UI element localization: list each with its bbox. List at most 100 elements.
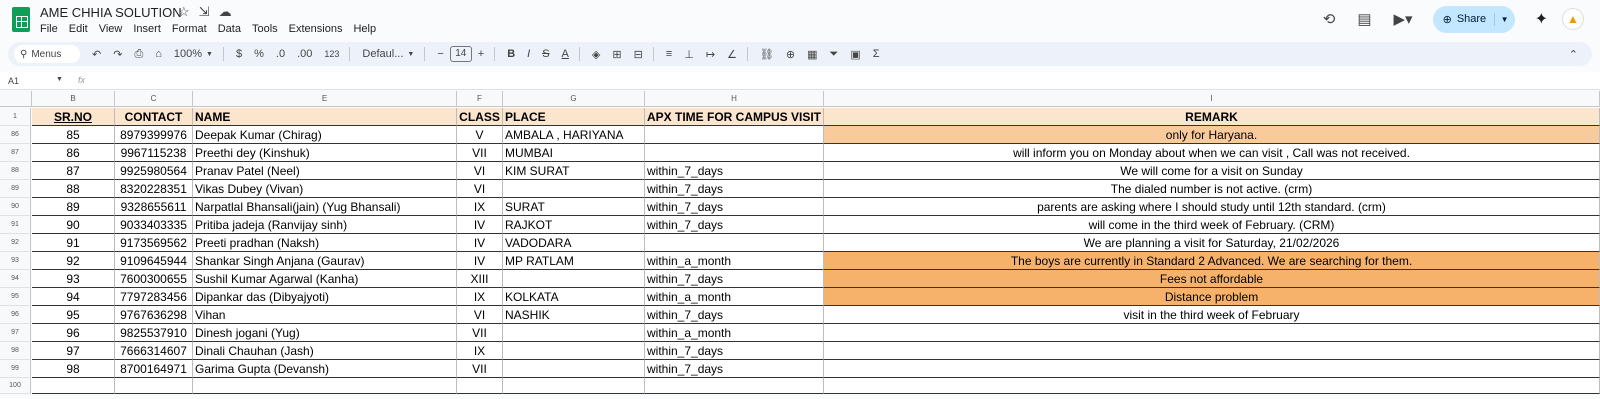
cell-time[interactable]: within_7_days [645,270,824,288]
font-size-input[interactable]: 14 [449,46,472,62]
row-number[interactable]: 93 [0,252,31,270]
cell-name[interactable]: Dipankar das (Dibyajyoti) [193,288,457,306]
star-icon[interactable]: ☆ [178,4,190,20]
cell-class[interactable]: IV [457,216,503,234]
cell-sr[interactable]: 87 [32,162,115,180]
chevron-down-icon[interactable]: ▼ [407,51,414,58]
column-header-i[interactable]: I [824,91,1600,107]
text-color-icon[interactable]: A [562,48,569,60]
menu-item-format[interactable]: Format [172,23,207,35]
cell-contact[interactable]: 8320228351 [115,180,193,198]
name-box[interactable]: A1 [8,76,19,86]
cell-name[interactable]: Narpatlal Bhansali(jain) (Yug Bhansali) [193,198,457,216]
row-number[interactable]: 94 [0,270,31,288]
cell-name[interactable]: Pritiba jadeja (Ranvijay sinh) [193,216,457,234]
cell-place[interactable] [503,360,645,378]
currency-button[interactable]: $ [236,48,242,60]
cell-place[interactable]: RAJKOT [503,216,645,234]
cell-name[interactable]: Dinali Chauhan (Jash) [193,342,457,360]
row-number[interactable]: 90 [0,198,31,216]
menu-item-insert[interactable]: Insert [133,23,161,35]
cell-empty[interactable] [32,378,115,394]
share-dropdown-icon[interactable]: ▼ [1495,15,1509,24]
cell-name[interactable]: Pranav Patel (Neel) [193,162,457,180]
cell-time[interactable] [645,234,824,252]
cell-class[interactable]: XIII [457,270,503,288]
cell-class[interactable]: VI [457,162,503,180]
avatar[interactable]: ▲ [1562,8,1584,30]
select-all-corner[interactable] [0,91,32,107]
cell-empty[interactable] [115,378,193,394]
cell-contact[interactable]: 9925980564 [115,162,193,180]
header-cell-place[interactable]: PLACE [503,108,645,126]
cell-class[interactable]: VII [457,144,503,162]
cell-place[interactable] [503,180,645,198]
cell-sr[interactable]: 86 [32,144,115,162]
meet-icon[interactable]: ▶▾ [1394,10,1413,28]
cell-time[interactable]: within_a_month [645,324,824,342]
version-history-icon[interactable]: ⟲ [1323,10,1336,28]
cell-sr[interactable]: 88 [32,180,115,198]
cell-time[interactable]: within_7_days [645,360,824,378]
cell-class[interactable]: V [457,126,503,144]
cell-name[interactable]: Preeti pradhan (Naksh) [193,234,457,252]
cell-time[interactable] [645,126,824,144]
text-wrap-icon[interactable]: ↦ [706,48,715,61]
row-number[interactable]: 99 [0,360,31,378]
cell-place[interactable]: VADODARA [503,234,645,252]
menu-item-view[interactable]: View [99,23,123,35]
cell-place[interactable] [503,270,645,288]
cell-name[interactable]: Garima Gupta (Devansh) [193,360,457,378]
cell-sr[interactable]: 90 [32,216,115,234]
menu-item-help[interactable]: Help [353,23,376,35]
text-rotation-icon[interactable]: ∠ [727,48,737,61]
cell-contact[interactable]: 9109645944 [115,252,193,270]
move-folder-icon[interactable]: ⇲ [199,4,210,20]
cell-place[interactable]: AMBALA , HARIYANA [503,126,645,144]
cell-sr[interactable]: 85 [32,126,115,144]
insert-chart-icon[interactable]: ▦ [807,48,817,61]
cell-contact[interactable]: 7600300655 [115,270,193,288]
comments-icon[interactable]: ▤ [1357,10,1371,28]
collapse-toolbar-icon[interactable]: ⌃ [1569,48,1578,61]
cell-remark[interactable]: We are planning a visit for Saturday, 21… [824,234,1600,252]
undo-icon[interactable]: ↶ [92,48,101,61]
cell-contact[interactable]: 8979399976 [115,126,193,144]
row-number[interactable]: 1 [0,108,31,126]
sheets-logo-icon[interactable] [12,7,30,32]
cell-class[interactable]: IV [457,234,503,252]
cell-remark[interactable] [824,324,1600,342]
cell-contact[interactable]: 9033403335 [115,216,193,234]
horizontal-align-icon[interactable]: ≡ [666,48,672,60]
cell-time[interactable]: within_7_days [645,342,824,360]
row-number[interactable]: 100 [0,378,31,394]
cell-remark[interactable]: The boys are currently in Standard 2 Adv… [824,252,1600,270]
cell-class[interactable]: IX [457,342,503,360]
cell-time[interactable]: within_7_days [645,198,824,216]
cell-name[interactable]: Deepak Kumar (Chirag) [193,126,457,144]
cell-class[interactable]: IX [457,198,503,216]
filter-icon[interactable]: ⏷ [830,48,839,61]
cell-class[interactable]: IX [457,288,503,306]
fill-color-icon[interactable]: ◈ [592,48,600,61]
cell-sr[interactable]: 96 [32,324,115,342]
header-cell-srno[interactable]: SR.NO [32,108,115,126]
cell-class[interactable]: VII [457,360,503,378]
cloud-status-icon[interactable]: ☁ [219,4,232,20]
row-number[interactable]: 91 [0,216,31,234]
header-cell-contact[interactable]: CONTACT [115,108,193,126]
merge-cells-icon[interactable]: ⊟ [634,48,643,61]
cell-empty[interactable] [457,378,503,394]
cell-contact[interactable]: 7666314607 [115,342,193,360]
row-number[interactable]: 96 [0,306,31,324]
cell-place[interactable] [503,324,645,342]
cell-contact[interactable]: 9967115238 [115,144,193,162]
column-header-b[interactable]: B [32,91,115,107]
cell-name[interactable]: Dinesh jogani (Yug) [193,324,457,342]
decrease-decimal-button[interactable]: .0 [276,48,285,60]
share-button[interactable]: ⊕ Share ▼ [1432,5,1515,33]
cell-contact[interactable]: 9767636298 [115,306,193,324]
cell-remark[interactable]: The dialed number is not active. (crm) [824,180,1600,198]
decrease-font-icon[interactable]: − [437,48,443,60]
cell-place[interactable]: SURAT [503,198,645,216]
